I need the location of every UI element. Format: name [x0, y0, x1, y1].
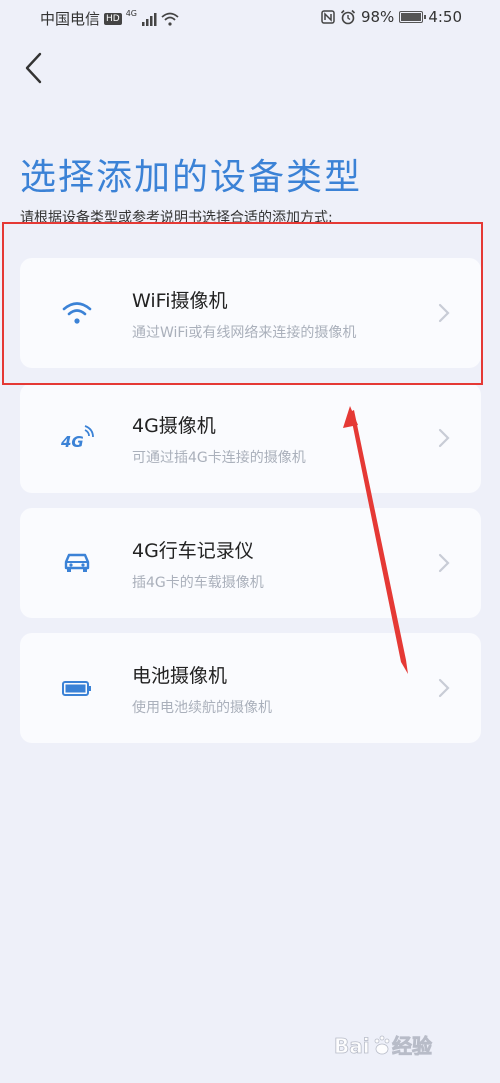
alarm-icon: [340, 9, 356, 25]
status-bar: 中国电信 HD 4G 98% 4:50: [0, 0, 500, 36]
device-card-4g-camera[interactable]: 4G 4G摄像机 可通过插4G卡连接的摄像机: [20, 383, 481, 493]
battery-status-icon: [399, 11, 427, 23]
device-card-4g-dashcam[interactable]: 4G行车记录仪 插4G卡的车载摄像机: [20, 508, 481, 618]
device-card-wifi-camera[interactable]: WiFi摄像机 通过WiFi或有线网络来连接的摄像机: [20, 258, 481, 368]
svg-text:经验: 经验: [392, 1034, 432, 1058]
status-left: 中国电信 HD 4G: [40, 8, 179, 29]
page-title: 选择添加的设备类型: [20, 157, 363, 198]
back-button[interactable]: [18, 48, 54, 88]
svg-text:4G: 4G: [60, 433, 84, 451]
battery-percent: 98%: [360, 8, 395, 26]
4g-icon: 4G: [60, 425, 94, 451]
page-subtitle: 请根据设备类型或参考说明书选择合适的添加方式:: [20, 210, 333, 226]
wifi-status-icon: [161, 12, 179, 26]
card-title: 电池摄像机: [132, 665, 228, 687]
chevron-left-icon: [25, 52, 42, 84]
card-description: 使用电池续航的摄像机: [132, 700, 272, 716]
car-icon: [64, 553, 90, 572]
device-card-battery-camera[interactable]: 电池摄像机 使用电池续航的摄像机: [20, 633, 481, 743]
chevron-right-icon: [438, 303, 450, 323]
battery-icon: [62, 681, 91, 696]
chevron-right-icon: [438, 428, 450, 448]
card-description: 插4G卡的车载摄像机: [132, 575, 264, 591]
hd-badge: HD: [104, 12, 122, 25]
status-right: 98% 4:50: [321, 8, 462, 26]
card-title: WiFi摄像机: [132, 290, 228, 312]
card-title: 4G行车记录仪: [132, 540, 254, 562]
nfc-icon: [321, 10, 335, 24]
card-description: 通过WiFi或有线网络来连接的摄像机: [132, 325, 357, 341]
chevron-right-icon: [438, 553, 450, 573]
baidu-watermark-logo: Bai 经验: [334, 1034, 432, 1059]
signal-icon: [142, 12, 157, 26]
carrier-label: 中国电信: [40, 10, 101, 28]
clock: 4:50: [428, 8, 462, 26]
card-title: 4G摄像机: [132, 415, 216, 437]
network-type: 4G: [125, 9, 138, 18]
svg-text:Bai: Bai: [334, 1034, 370, 1058]
chevron-right-icon: [438, 678, 450, 698]
wifi-icon: [62, 302, 92, 324]
card-description: 可通过插4G卡连接的摄像机: [132, 450, 306, 466]
